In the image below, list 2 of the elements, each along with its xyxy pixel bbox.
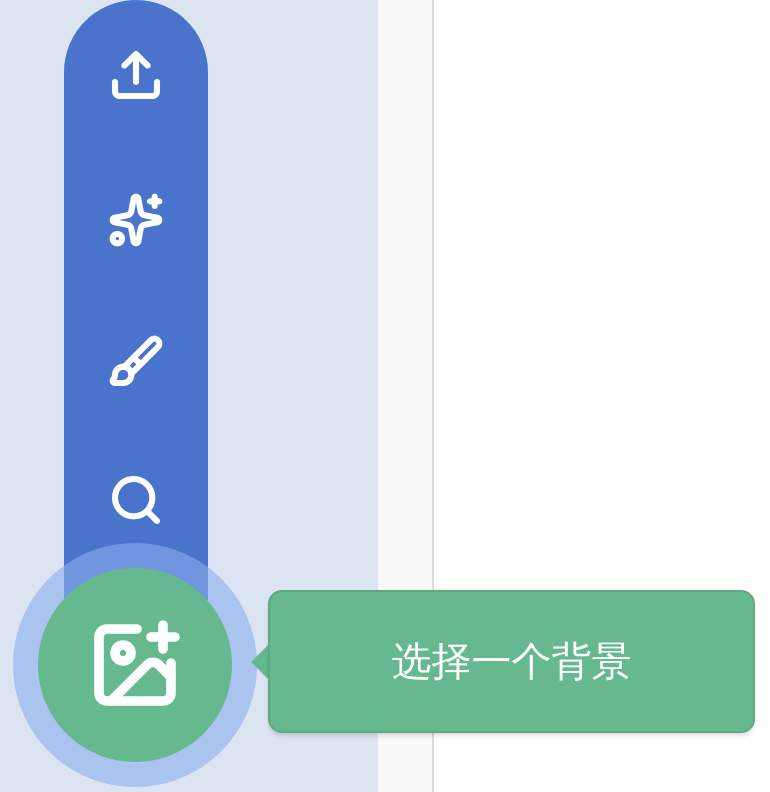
sparkles-icon[interactable] [108, 192, 164, 248]
tooltip-text: 选择一个背景 [392, 638, 632, 686]
